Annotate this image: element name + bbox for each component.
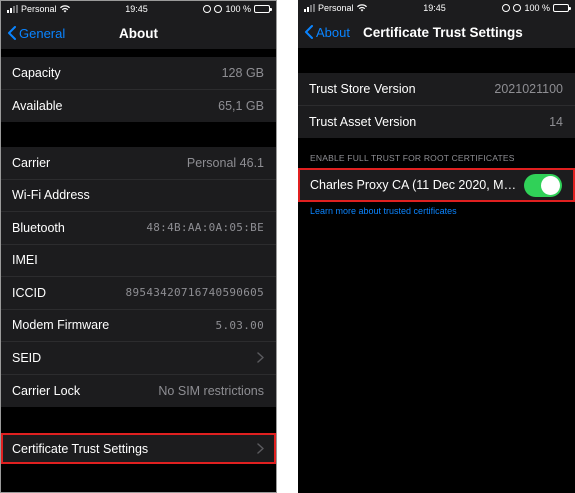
- certificate-trust-settings-item[interactable]: Certificate Trust Settings: [1, 433, 276, 464]
- status-time: 19:45: [125, 4, 148, 14]
- chevron-right-icon: [257, 443, 264, 454]
- status-bar: Personal 19:45 100 %: [298, 0, 575, 16]
- carrier-name: Personal: [318, 3, 354, 13]
- row-value: 89543420716740590605: [125, 286, 264, 300]
- status-time: 19:45: [423, 3, 446, 13]
- back-label: General: [19, 25, 66, 41]
- row-value: 65,1 GB: [218, 98, 264, 113]
- list-item-iccid: ICCID 89543420716740590605: [1, 277, 276, 310]
- row-value: 128 GB: [221, 65, 264, 80]
- list-item-carrier-lock: Carrier Lock No SIM restrictions: [1, 375, 276, 408]
- section-header: ENABLE FULL TRUST FOR ROOT CERTIFICATES: [310, 153, 515, 163]
- list-item-seid[interactable]: SEID: [1, 342, 276, 375]
- row-value: Personal 46.1: [186, 155, 264, 170]
- chevron-left-icon: [8, 26, 16, 40]
- about-screen: Personal 19:45 100 % General About Capac…: [0, 0, 277, 493]
- certificate-trust-row[interactable]: Charles Proxy CA (11 Dec 2020, Ma...: [298, 168, 575, 202]
- network-group: Carrier Personal 46.1 Wi-Fi Address Blue…: [1, 147, 276, 407]
- row-label: Capacity: [12, 65, 61, 80]
- battery-percent: 100 %: [225, 4, 251, 14]
- list-item-trust-store-version: Trust Store Version 2021021100: [298, 73, 575, 106]
- row-label: Wi-Fi Address: [12, 188, 90, 203]
- full-trust-toggle[interactable]: [524, 173, 562, 197]
- battery-icon: [254, 5, 272, 13]
- navigation-bar: General About: [1, 17, 276, 49]
- chevron-left-icon: [305, 25, 313, 39]
- row-label: Bluetooth: [12, 220, 65, 235]
- signal-icon: [7, 5, 18, 13]
- row-label: Available: [12, 98, 63, 113]
- trust-version-group: Trust Store Version 2021021100 Trust Ass…: [298, 73, 575, 138]
- back-label: About: [316, 24, 350, 40]
- storage-group: Capacity 128 GB Available 65,1 GB: [1, 57, 276, 122]
- certificate-name: Charles Proxy CA (11 Dec 2020, Ma...: [310, 178, 520, 192]
- list-item-capacity: Capacity 128 GB: [1, 57, 276, 90]
- list-item-trust-asset-version: Trust Asset Version 14: [298, 106, 575, 139]
- row-label: Certificate Trust Settings: [12, 441, 149, 456]
- row-label: Modem Firmware: [12, 318, 110, 333]
- row-value: No SIM restrictions: [158, 383, 264, 398]
- orientation-lock-icon: [203, 5, 212, 13]
- battery-icon: [553, 4, 571, 12]
- list-item-bluetooth: Bluetooth 48:4B:AA:0A:05:BE: [1, 212, 276, 245]
- row-value: 5.03.00: [215, 318, 264, 332]
- learn-more-link[interactable]: Learn more about trusted certificates: [298, 202, 575, 220]
- cert-trust-group: Certificate Trust Settings: [1, 433, 276, 464]
- battery-percent: 100 %: [524, 3, 550, 13]
- row-label: Carrier Lock: [12, 383, 81, 398]
- navigation-bar: About Certificate Trust Settings: [298, 16, 575, 48]
- row-value: 48:4B:AA:0A:05:BE: [146, 221, 264, 235]
- status-bar: Personal 19:45 100 %: [1, 1, 276, 17]
- list-item-modem-firmware: Modem Firmware 5.03.00: [1, 310, 276, 342]
- orientation-lock-icon: [502, 4, 511, 12]
- row-label: Trust Store Version: [309, 81, 416, 96]
- list-item-carrier: Carrier Personal 46.1: [1, 147, 276, 180]
- toggle-knob: [541, 175, 560, 195]
- certificate-trust-screen: Personal 19:45 100 % About Certificate T…: [298, 0, 575, 493]
- wifi-icon: [356, 4, 367, 12]
- list-item-imei: IMEI: [1, 245, 276, 277]
- row-label: Trust Asset Version: [309, 114, 417, 129]
- row-label: Carrier: [12, 155, 51, 170]
- wifi-icon: [59, 5, 70, 13]
- row-label: ICCID: [12, 285, 47, 300]
- back-button[interactable]: About: [304, 25, 350, 40]
- list-item-available: Available 65,1 GB: [1, 90, 276, 123]
- carrier-name: Personal: [21, 4, 57, 14]
- chevron-right-icon: [257, 352, 264, 363]
- back-button[interactable]: General: [7, 26, 65, 41]
- row-label: IMEI: [12, 253, 38, 268]
- alarm-icon: [513, 4, 522, 12]
- signal-icon: [304, 4, 315, 12]
- row-value: 14: [549, 114, 563, 129]
- alarm-icon: [214, 5, 223, 13]
- row-label: SEID: [12, 350, 42, 365]
- row-value: 2021021100: [494, 81, 563, 96]
- list-item-wifi-address: Wi-Fi Address: [1, 180, 276, 212]
